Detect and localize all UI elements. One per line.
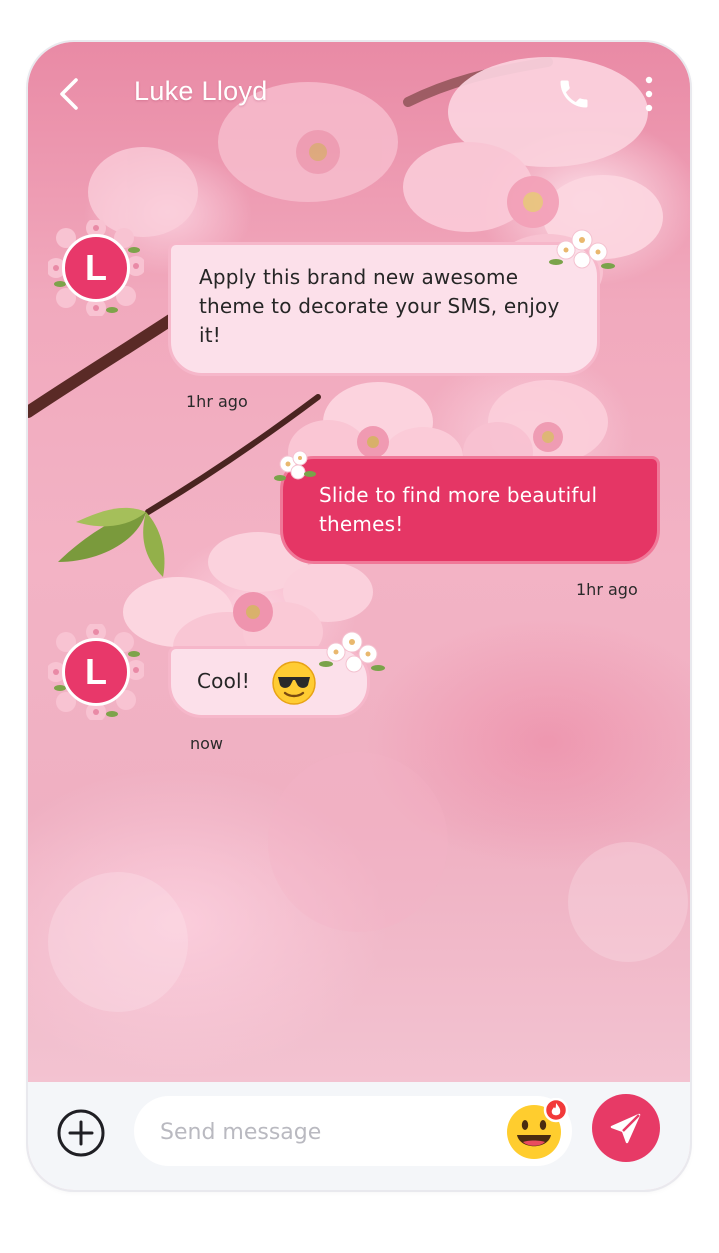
contact-avatar[interactable]: L <box>48 220 144 316</box>
message-text: Apply this brand new awesome theme to de… <box>199 265 560 347</box>
send-button[interactable] <box>592 1094 660 1162</box>
message-timestamp: 1hr ago <box>186 392 248 411</box>
back-button[interactable] <box>52 74 88 114</box>
incoming-message-bubble[interactable]: Apply this brand new awesome theme to de… <box>168 242 600 376</box>
message-text: Slide to find more beautiful themes! <box>319 483 598 536</box>
message-input[interactable] <box>158 1096 492 1168</box>
more-options-button[interactable] <box>634 74 664 114</box>
avatar-letter: L <box>62 234 130 302</box>
sunglasses-emoji-icon <box>272 661 316 705</box>
phone-icon <box>560 80 588 108</box>
flower-sticker-icon <box>274 450 316 481</box>
message-composer <box>28 1082 690 1190</box>
chat-header: Luke Lloyd <box>28 42 690 146</box>
avatar-letter: L <box>62 638 130 706</box>
add-attachment-button[interactable] <box>56 1108 106 1158</box>
flower-sticker-icon <box>319 631 385 673</box>
chevron-left-icon <box>60 78 78 110</box>
grinning-face-icon <box>507 1097 569 1159</box>
call-button[interactable] <box>556 76 592 112</box>
plus-circle-icon <box>57 1109 105 1157</box>
more-vertical-icon <box>645 76 653 112</box>
outgoing-message-bubble[interactable]: Slide to find more beautiful themes! <box>280 456 660 564</box>
flower-sticker-icon <box>549 229 615 269</box>
emoji-button[interactable] <box>506 1097 570 1162</box>
message-timestamp: 1hr ago <box>576 580 638 599</box>
paper-plane-icon <box>610 1113 641 1144</box>
message-text: Cool! <box>197 669 251 693</box>
contact-name[interactable]: Luke Lloyd <box>134 76 268 107</box>
contact-avatar[interactable]: L <box>48 624 144 720</box>
chat-screen: Luke Lloyd L Apply this brand new awesom… <box>28 42 690 1190</box>
message-timestamp: now <box>190 734 224 753</box>
